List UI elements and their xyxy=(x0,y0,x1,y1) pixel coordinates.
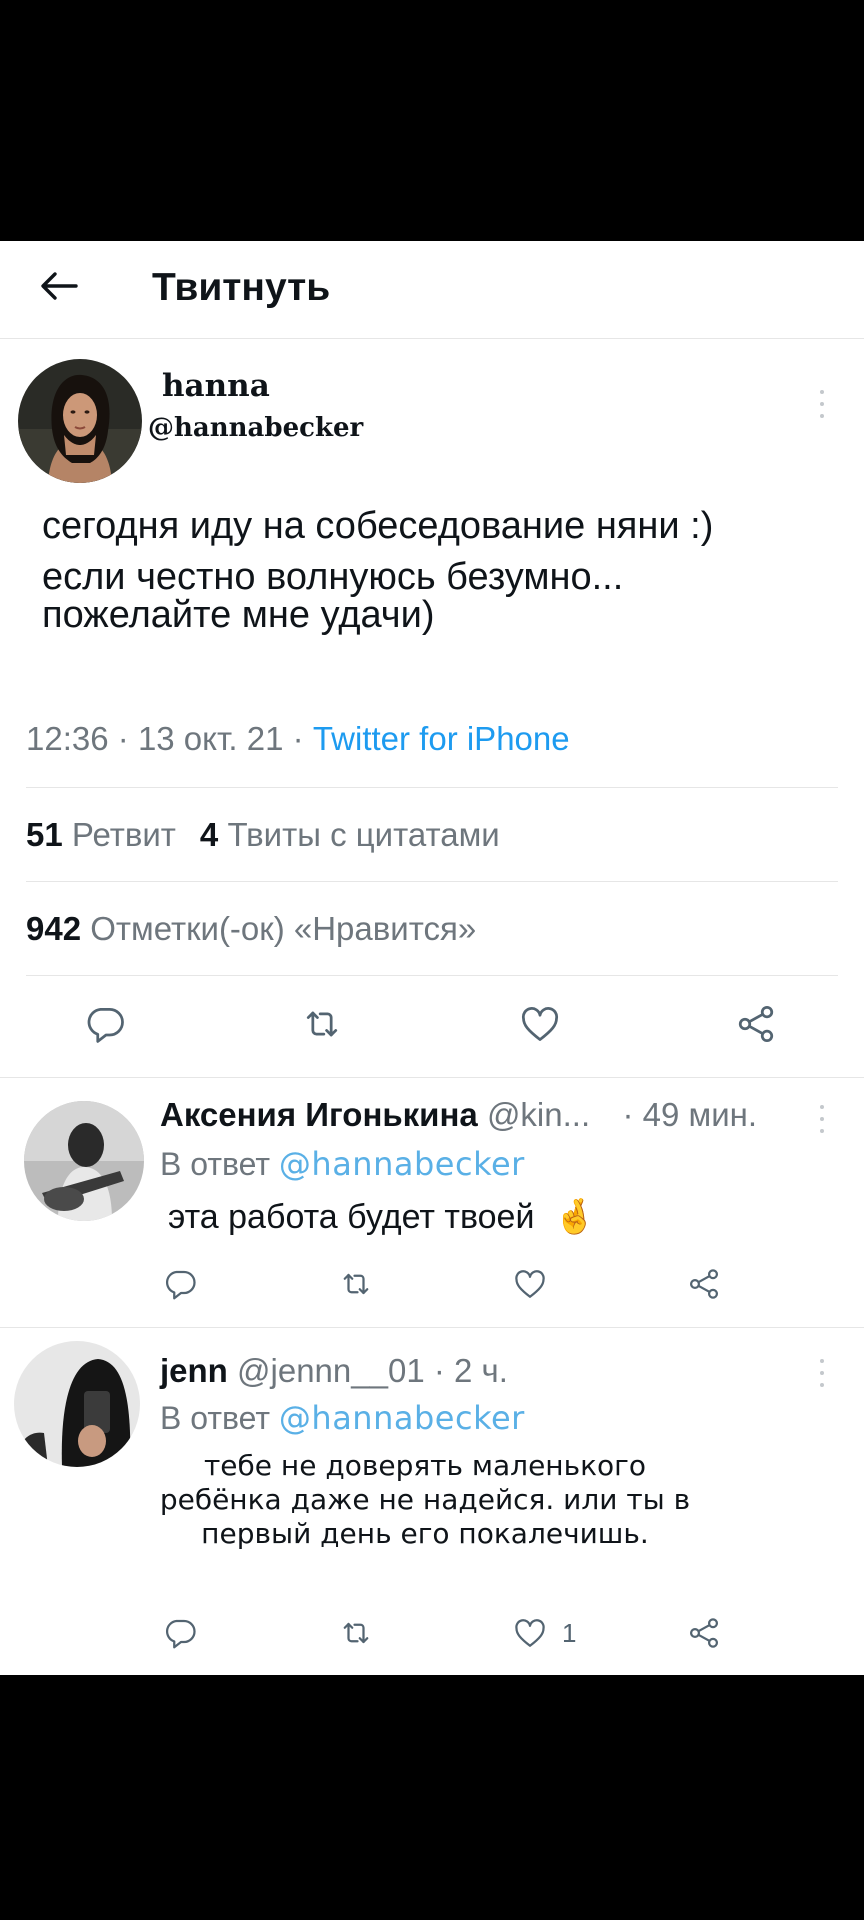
crossed-fingers-emoji: 🤞 xyxy=(553,1198,597,1236)
reply-text-body: эта работа будет твоей xyxy=(168,1198,535,1236)
share-button[interactable] xyxy=(686,1615,722,1651)
reply-button[interactable] xyxy=(163,1266,199,1302)
divider xyxy=(0,1327,864,1328)
reply-time: · 49 мин. xyxy=(622,1096,758,1133)
reply-text-line: первый день его покалечишь. xyxy=(201,1517,649,1550)
retweet-icon xyxy=(338,1266,374,1302)
author-name[interactable]: hanna xyxy=(162,367,270,405)
divider xyxy=(26,975,838,976)
retweets-count: 51 xyxy=(26,816,63,853)
reply-to-mention[interactable]: @hannabecker xyxy=(279,1399,525,1437)
heart-icon xyxy=(518,1002,562,1046)
share-button[interactable] xyxy=(734,1002,778,1046)
divider xyxy=(0,1077,864,1078)
reply-header: Аксения Игонькина @kin... · 49 мин. xyxy=(160,1093,757,1137)
tweet-text-line: сегодня иду на собеседование няни :) xyxy=(42,505,714,547)
reply-author-name[interactable]: jenn xyxy=(160,1352,228,1389)
like-button[interactable] xyxy=(518,1002,562,1046)
heart-icon xyxy=(512,1615,548,1651)
retweet-button[interactable] xyxy=(338,1615,374,1651)
reply-avatar[interactable] xyxy=(24,1101,144,1221)
reply-to-line: В ответ @hannabecker xyxy=(160,1143,525,1185)
reply-more-button[interactable] xyxy=(812,1099,832,1139)
tweet-meta: 12:36 · 13 окт. 21 · Twitter for iPhone xyxy=(26,717,570,761)
share-icon xyxy=(734,1002,778,1046)
reply-text-line: тебе не доверять маленького xyxy=(203,1449,646,1482)
reply-to-mention[interactable]: @hannabecker xyxy=(279,1145,525,1183)
like-stats[interactable]: 942 Отметки(-ок) «Нравится» xyxy=(26,907,476,951)
retweet-icon xyxy=(300,1002,344,1046)
reply-text: тебе не доверять маленького ребёнка даже… xyxy=(140,1449,710,1551)
divider xyxy=(26,787,838,788)
share-button[interactable] xyxy=(686,1266,722,1302)
retweets-link[interactable]: 51 Ретвит xyxy=(26,816,176,853)
reply-button[interactable] xyxy=(84,1002,128,1046)
reply-icon xyxy=(163,1615,199,1651)
likes-count: 942 xyxy=(26,910,82,947)
author-avatar[interactable] xyxy=(18,359,142,483)
quotes-link[interactable]: 4 Твиты с цитатами xyxy=(200,816,500,853)
like-button[interactable]: 1 xyxy=(512,1615,576,1651)
reply-to-label: В ответ xyxy=(160,1146,271,1182)
reply-author-handle[interactable]: @jennn__01 xyxy=(237,1352,425,1389)
reply-header: jenn @jennn__01 · 2 ч. xyxy=(160,1349,508,1393)
share-icon xyxy=(686,1615,722,1651)
top-bar: Твитнуть xyxy=(0,241,864,339)
reply-text-line: ребёнка даже не надейся. или ты в xyxy=(159,1483,691,1516)
share-icon xyxy=(686,1266,722,1302)
tweet-more-button[interactable] xyxy=(812,384,832,424)
tweet-source-link[interactable]: Twitter for iPhone xyxy=(313,720,570,757)
reply-icon xyxy=(163,1266,199,1302)
meta-separator: · xyxy=(117,720,138,757)
retweet-stats: 51 Ретвит 4 Твиты с цитатами xyxy=(26,813,500,857)
meta-separator: · xyxy=(292,720,313,757)
reply-avatar[interactable] xyxy=(14,1341,140,1467)
tweet-screen: Твитнуть hanna @hannabecker сегодня иду … xyxy=(0,241,864,1675)
more-vertical-icon xyxy=(820,1359,824,1387)
tweet-text: сегодня иду на собеседование няни :) есл… xyxy=(42,503,832,638)
quotes-count: 4 xyxy=(199,816,219,853)
tweet-time: 12:36 xyxy=(26,720,109,757)
reply-more-button[interactable] xyxy=(812,1353,832,1393)
divider xyxy=(26,881,838,882)
retweet-button[interactable] xyxy=(338,1266,374,1302)
more-vertical-icon xyxy=(820,390,824,418)
like-count: 1 xyxy=(562,1617,577,1648)
reply-to-line: В ответ @hannabecker xyxy=(160,1397,525,1439)
heart-icon xyxy=(512,1266,548,1302)
retweet-button[interactable] xyxy=(300,1002,344,1046)
author-handle[interactable]: @hannabecker xyxy=(148,411,363,445)
reply-time: · 2 ч. xyxy=(433,1352,508,1389)
reply-author-handle[interactable]: @kin... xyxy=(487,1096,590,1133)
retweets-label: Ретвит xyxy=(71,816,176,853)
likes-label: Отметки(-ок) «Нравится» xyxy=(90,910,477,947)
page-title: Твитнуть xyxy=(152,266,331,309)
retweet-icon xyxy=(338,1615,374,1651)
reply-button[interactable] xyxy=(163,1615,199,1651)
reply-to-label: В ответ xyxy=(160,1400,271,1436)
like-button[interactable] xyxy=(512,1266,548,1302)
quotes-label: Твиты с цитатами xyxy=(227,816,500,853)
arrow-left-icon xyxy=(40,271,78,306)
more-vertical-icon xyxy=(820,1105,824,1133)
reply-author-name[interactable]: Аксения Игонькина xyxy=(160,1096,478,1133)
back-button[interactable] xyxy=(34,263,84,313)
reply-text: эта работа будет твоей 🤞 xyxy=(168,1195,596,1239)
reply-icon xyxy=(84,1002,128,1046)
tweet-date: 13 окт. 21 xyxy=(137,720,284,757)
